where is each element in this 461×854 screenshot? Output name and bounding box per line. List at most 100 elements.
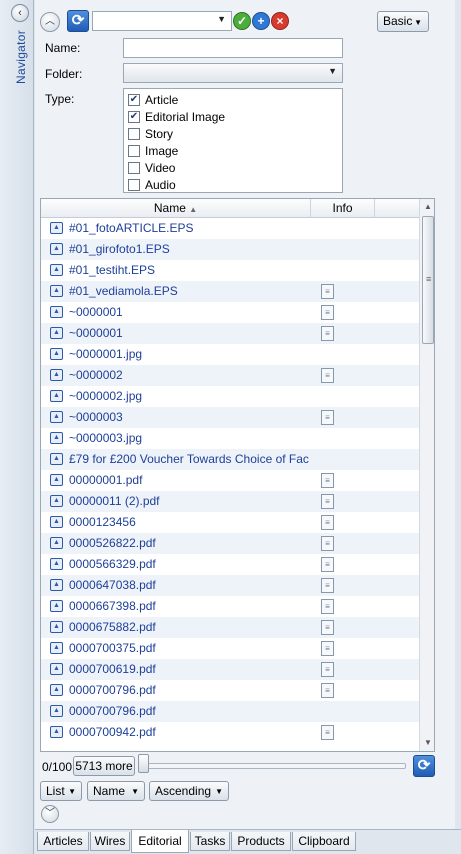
image-file-icon: ▲ [50, 663, 63, 675]
sort-ascending-icon: ▲ [189, 205, 198, 214]
list-item[interactable]: ▲ 00000011 (2).pdf ≡ [41, 491, 419, 512]
type-option[interactable]: Video [128, 159, 338, 176]
info-document-icon[interactable]: ≡ [321, 473, 334, 488]
name-input[interactable] [123, 38, 343, 58]
sort-field-dropdown[interactable]: Name ▼ [87, 781, 145, 801]
list-item-name: 0000700796.pdf [69, 683, 156, 697]
add-icon[interactable]: + [252, 12, 270, 30]
navigator-label[interactable]: Navigator [14, 28, 28, 84]
column-header-name-label: Name [153, 201, 186, 215]
column-header-name[interactable]: Name ▲ [41, 199, 311, 218]
tab-articles[interactable]: Articles [37, 832, 89, 851]
scroll-down-icon[interactable]: ▼ [420, 735, 434, 751]
image-file-icon: ▲ [50, 390, 63, 402]
info-document-icon[interactable]: ≡ [321, 536, 334, 551]
list-item[interactable]: ▲ #01_testiht.EPS [41, 260, 419, 281]
image-file-icon: ▲ [50, 495, 63, 507]
info-document-icon[interactable]: ≡ [321, 494, 334, 509]
image-file-icon: ▲ [50, 537, 63, 549]
expand-down-icon[interactable]: ﹀ [41, 805, 59, 823]
type-option[interactable]: ✔ Article [128, 91, 338, 108]
preset-dropdown[interactable]: Basic ▼ [377, 11, 429, 32]
list-item[interactable]: ▲ ~0000001.jpg [41, 344, 419, 365]
checkbox-icon[interactable]: ✔ [128, 110, 140, 123]
chevron-down-icon: ▼ [131, 787, 139, 796]
list-item[interactable]: ▲ 0000700796.pdf ≡ [41, 680, 419, 701]
list-item[interactable]: ▲ 0000700942.pdf ≡ [41, 722, 419, 743]
list-item[interactable]: ▲ #01_vediamola.EPS ≡ [41, 281, 419, 302]
list-item-name: 00000001.pdf [69, 473, 143, 487]
info-document-icon[interactable]: ≡ [321, 641, 334, 656]
type-option[interactable]: Audio [128, 176, 338, 193]
info-document-icon[interactable]: ≡ [321, 305, 334, 320]
scroll-thumb[interactable]: ≡ [422, 216, 434, 344]
list-item[interactable]: ▲ 0000123456 ≡ [41, 512, 419, 533]
image-file-icon: ▲ [50, 453, 63, 465]
list-item-name: 0000700942.pdf [69, 725, 156, 739]
tab-products[interactable]: Products [231, 832, 291, 851]
info-document-icon[interactable]: ≡ [321, 515, 334, 530]
tab-editorial[interactable]: Editorial [131, 830, 189, 853]
checkbox-icon[interactable] [128, 161, 140, 174]
folder-select[interactable]: ▼ [123, 63, 343, 83]
list-rows: ▲ #01_fotoARTICLE.EPS ▲ #01_girofoto1.EPS ▲ #… [41, 218, 419, 743]
list-item[interactable]: ▲ 0000566329.pdf ≡ [41, 554, 419, 575]
list-item[interactable]: ▲ 0000700619.pdf ≡ [41, 659, 419, 680]
page-slider-handle[interactable] [138, 754, 149, 773]
checkbox-icon[interactable] [128, 127, 140, 140]
ok-icon[interactable]: ✓ [233, 12, 251, 30]
list-item[interactable]: ▲ 0000526822.pdf ≡ [41, 533, 419, 554]
list-item[interactable]: ▲ #01_girofoto1.EPS [41, 239, 419, 260]
list-item[interactable]: ▲ 00000001.pdf ≡ [41, 470, 419, 491]
column-header-info[interactable]: Info [311, 199, 375, 218]
info-document-icon[interactable]: ≡ [321, 410, 334, 425]
info-document-icon[interactable]: ≡ [321, 578, 334, 593]
info-document-icon[interactable]: ≡ [321, 662, 334, 677]
list-item[interactable]: ▲ 0000700796.pdf [41, 701, 419, 722]
info-document-icon[interactable]: ≡ [321, 326, 334, 341]
info-document-icon[interactable]: ≡ [321, 284, 334, 299]
type-option[interactable]: Story [128, 125, 338, 142]
info-document-icon[interactable]: ≡ [321, 368, 334, 383]
image-file-icon: ▲ [50, 243, 63, 255]
tab-clipboard[interactable]: Clipboard [292, 832, 356, 851]
remove-icon[interactable]: × [271, 12, 289, 30]
list-item[interactable]: ▲ 0000675882.pdf ≡ [41, 617, 419, 638]
list-item-name: 0000700796.pdf [69, 704, 156, 718]
tab-wires[interactable]: Wires [90, 832, 130, 851]
list-item[interactable]: ▲ £79 for £200 Voucher Towards Choice of … [41, 449, 419, 470]
info-document-icon[interactable]: ≡ [321, 725, 334, 740]
list-item[interactable]: ▲ ~0000001 ≡ [41, 302, 419, 323]
list-item-name: ~0000003 [69, 410, 123, 424]
list-item[interactable]: ▲ ~0000001 ≡ [41, 323, 419, 344]
info-document-icon[interactable]: ≡ [321, 683, 334, 698]
saved-query-select[interactable]: ▼ [92, 11, 232, 31]
list-item[interactable]: ▲ ~0000002.jpg [41, 386, 419, 407]
page-slider[interactable] [139, 763, 406, 769]
list-item[interactable]: ▲ ~0000003 ≡ [41, 407, 419, 428]
checkbox-icon[interactable] [128, 144, 140, 157]
collapse-up-icon[interactable]: ︿ [40, 12, 60, 32]
list-item[interactable]: ▲ 0000667398.pdf ≡ [41, 596, 419, 617]
list-item[interactable]: ▲ 0000647038.pdf ≡ [41, 575, 419, 596]
checkbox-icon[interactable]: ✔ [128, 93, 140, 106]
scroll-up-icon[interactable]: ▲ [420, 199, 434, 215]
checkbox-icon[interactable] [128, 178, 140, 191]
list-item[interactable]: ▲ ~0000003.jpg [41, 428, 419, 449]
info-document-icon[interactable]: ≡ [321, 599, 334, 614]
view-mode-dropdown[interactable]: List ▼ [40, 781, 82, 801]
collapse-navigator-icon[interactable]: ‹ [11, 4, 29, 22]
vertical-scrollbar[interactable]: ▲ ≡ ▼ [419, 199, 434, 751]
list-item[interactable]: ▲ ~0000002 ≡ [41, 365, 419, 386]
info-document-icon[interactable]: ≡ [321, 620, 334, 635]
refresh-results-icon[interactable]: ⟳ [413, 755, 435, 777]
refresh-icon[interactable]: ⟳ [67, 10, 89, 32]
list-item[interactable]: ▲ 0000700375.pdf ≡ [41, 638, 419, 659]
load-more-button[interactable]: 5713 more [73, 756, 135, 776]
type-option[interactable]: Image [128, 142, 338, 159]
sort-order-dropdown[interactable]: Ascending ▼ [149, 781, 229, 801]
info-document-icon[interactable]: ≡ [321, 557, 334, 572]
tab-tasks[interactable]: Tasks [190, 832, 230, 851]
list-item[interactable]: ▲ #01_fotoARTICLE.EPS [41, 218, 419, 239]
type-option[interactable]: ✔ Editorial Image [128, 108, 338, 125]
